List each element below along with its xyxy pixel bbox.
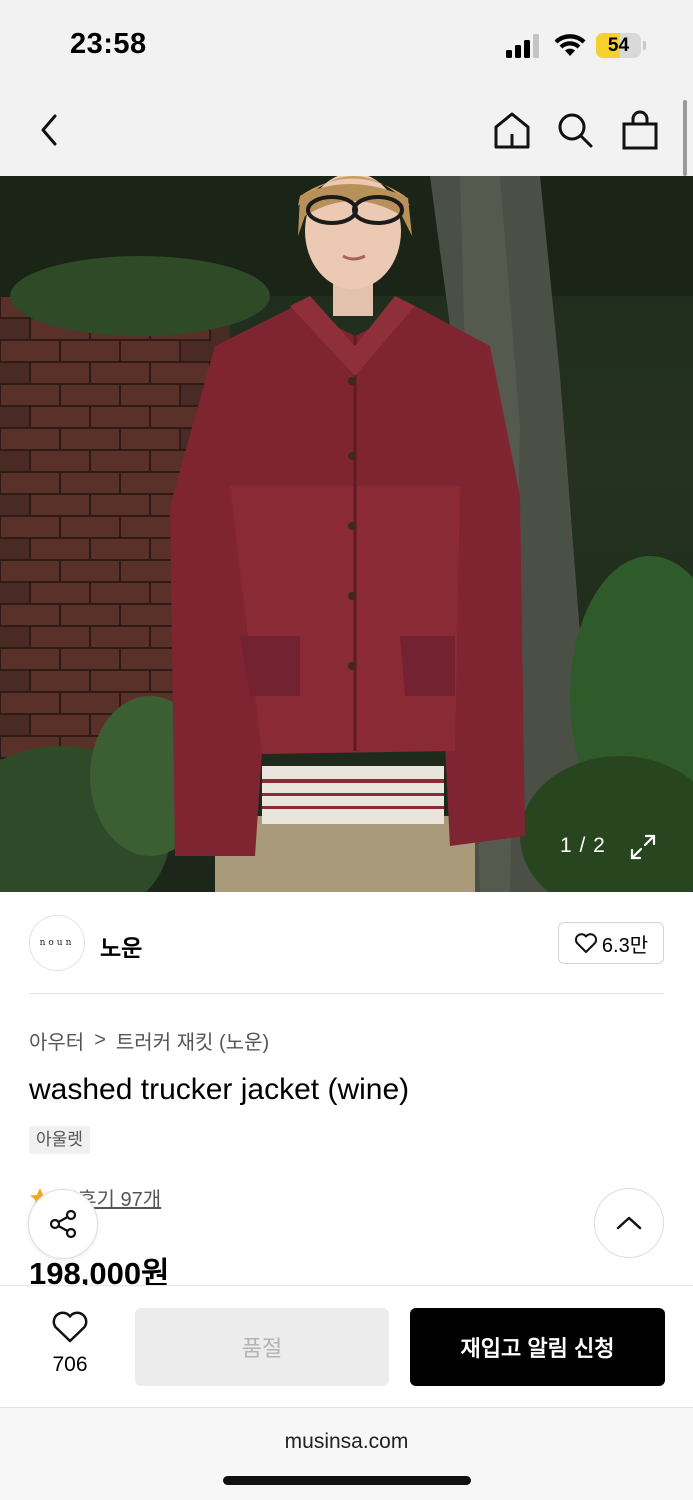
battery-indicator: 54 (596, 33, 646, 58)
battery-percent: 54 (607, 35, 630, 56)
breadcrumb: 아우터 > 트러커 재킷 (노운) (29, 1026, 269, 1055)
nav-bar (0, 88, 693, 176)
soldout-button[interactable]: 품절 (135, 1308, 389, 1386)
restock-alert-button[interactable]: 재입고 알림 신청 (410, 1308, 665, 1386)
brand-like-button[interactable]: 6.3만 (558, 922, 664, 964)
search-icon[interactable] (553, 108, 597, 152)
shopping-bag-icon[interactable] (618, 108, 662, 152)
expand-icon[interactable] (628, 832, 658, 862)
share-icon (49, 1209, 77, 1239)
outlet-tag: 아울렛 (29, 1126, 90, 1154)
product-title: washed trucker jacket (wine) (29, 1073, 410, 1106)
brand-logo[interactable]: noun (29, 915, 85, 971)
wifi-icon (554, 34, 586, 56)
image-counter: 1 / 2 (560, 834, 606, 857)
product-image[interactable]: 1 / 2 (0, 176, 693, 892)
page-scrollbar[interactable] (683, 100, 687, 176)
heart-icon (574, 933, 597, 953)
product-photo (0, 176, 693, 892)
scroll-to-top-button[interactable] (594, 1188, 664, 1258)
breadcrumb-separator: > (94, 1029, 106, 1051)
heart-icon (52, 1311, 88, 1343)
breadcrumb-category[interactable]: 아우터 (29, 1026, 84, 1055)
brand-name[interactable]: 노운 (100, 929, 142, 963)
breadcrumb-subcategory[interactable]: 트러커 재킷 (노운) (116, 1026, 269, 1055)
home-indicator[interactable] (223, 1476, 471, 1485)
wishlist-count: 706 (52, 1353, 88, 1376)
home-icon[interactable] (490, 108, 534, 152)
chevron-up-icon (616, 1216, 642, 1230)
divider (29, 993, 664, 994)
status-time: 23:58 (70, 28, 147, 60)
back-icon[interactable] (28, 108, 72, 152)
status-bar: 23:58 54 (0, 0, 693, 88)
url-text[interactable]: musinsa.com (0, 1430, 693, 1454)
wishlist-button[interactable]: 706 (30, 1310, 110, 1377)
brand-like-count: 6.3만 (601, 934, 649, 957)
cellular-signal-icon (506, 34, 539, 58)
